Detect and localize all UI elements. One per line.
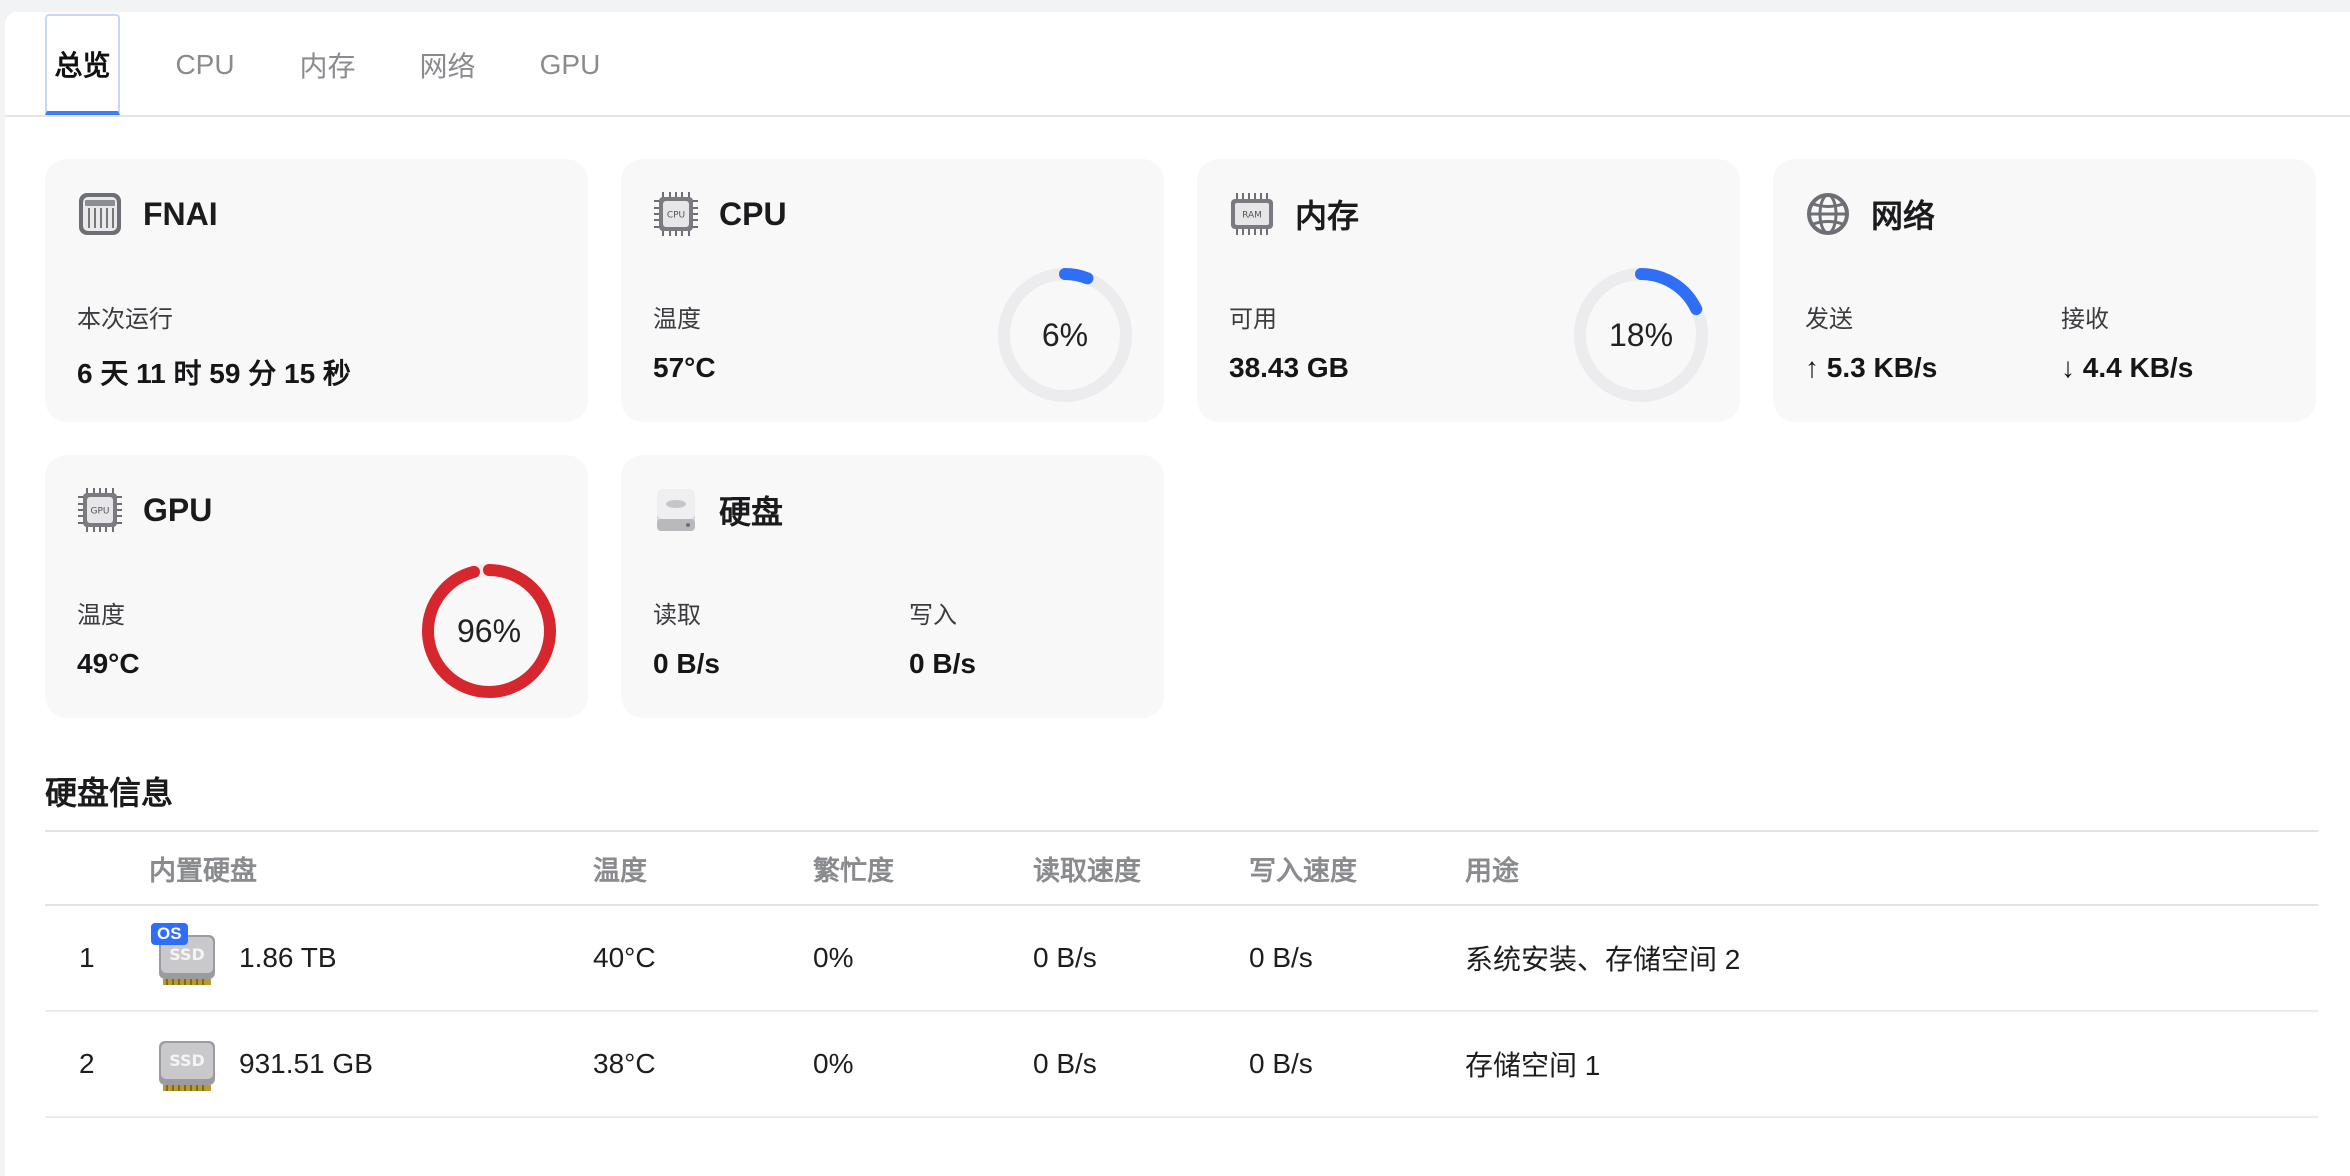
network-card: 网络 发送 ↑ 5.3 KB/s 接收 ↓ 4.4 KB/s xyxy=(1773,159,2316,422)
cpu-usage-value: 6% xyxy=(1041,316,1089,353)
os-badge: OS xyxy=(151,923,188,945)
row-index: 1 xyxy=(79,942,95,973)
tab-network[interactable]: 网络 xyxy=(410,14,485,115)
gpu-temp-label: 温度 xyxy=(77,602,125,629)
cpu-temp-value: 57°C xyxy=(653,352,716,383)
table-row[interactable]: 1 SSD OS 1.86 TB 40°C 0% 0 B/s 0 B/s 系统安… xyxy=(45,906,2318,1012)
disk-busy: 0% xyxy=(813,1048,854,1079)
network-send-value: ↑ 5.3 KB/s xyxy=(1805,352,1938,383)
cpu-usage-gauge: 6% xyxy=(995,265,1135,405)
hard-drive-icon xyxy=(657,489,695,531)
cpu-chip-icon: CPU xyxy=(654,192,698,236)
memory-usage-gauge: 18% xyxy=(1571,265,1711,405)
column-header-busy[interactable]: 繁忙度 xyxy=(813,832,894,904)
svg-text:GPU: GPU xyxy=(91,507,110,517)
svg-text:SSD: SSD xyxy=(169,1051,205,1070)
gpu-card: GPU GPU 温度 49°C 96% xyxy=(45,455,588,718)
disk-capacity: 1.86 TB xyxy=(239,942,337,973)
memory-available-value: 38.43 GB xyxy=(1229,352,1349,383)
memory-usage-value: 18% xyxy=(1608,316,1674,353)
memory-card: RAM 内存 可用 38.43 GB 18% xyxy=(1197,159,1740,422)
tab-overview[interactable]: 总览 xyxy=(45,14,120,115)
disk-write-speed: 0 B/s xyxy=(1249,1048,1313,1079)
ram-module-icon: RAM xyxy=(1231,193,1273,235)
cpu-card-title: CPU xyxy=(719,195,787,232)
system-card: FNAI 本次运行 6 天 11 时 59 分 15 秒 xyxy=(45,159,588,422)
network-card-title: 网络 xyxy=(1871,198,1936,234)
memory-available-label: 可用 xyxy=(1229,306,1277,333)
ssd-drive-icon: SSD OS xyxy=(151,923,217,989)
cpu-temp-label: 温度 xyxy=(653,306,701,333)
disk-info-title: 硬盘信息 xyxy=(45,775,174,811)
uptime-label: 本次运行 xyxy=(77,306,173,333)
resource-monitor-window: 总览 CPU 内存 网络 GPU FNAI 本次运行 6 天 11 时 59 分… xyxy=(5,12,2350,1176)
network-receive-value: ↓ 4.4 KB/s xyxy=(2061,352,2194,383)
network-send-label: 发送 xyxy=(1805,306,1853,333)
disk-read-speed: 0 B/s xyxy=(1033,942,1097,973)
disk-card-title: 硬盘 xyxy=(719,494,784,530)
disk-busy: 0% xyxy=(813,942,854,973)
table-row[interactable]: 2 SSD 931.51 GB 38°C 0% 0 B/s 0 B/s 存储空间… xyxy=(45,1012,2318,1118)
gpu-usage-value: 96% xyxy=(456,612,522,649)
disk-card: 硬盘 读取 0 B/s 写入 0 B/s xyxy=(621,455,1164,718)
svg-text:RAM: RAM xyxy=(1242,211,1262,221)
disk-write-speed: 0 B/s xyxy=(1249,942,1313,973)
disk-read-label: 读取 xyxy=(653,602,701,629)
system-card-title: FNAI xyxy=(143,195,218,232)
gpu-chip-icon: GPU xyxy=(78,488,122,532)
column-header-temp[interactable]: 温度 xyxy=(593,832,647,904)
disk-table-header: 内置硬盘 温度 繁忙度 读取速度 写入速度 用途 xyxy=(45,830,2318,906)
column-header-write[interactable]: 写入速度 xyxy=(1249,832,1357,904)
tab-gpu[interactable]: GPU xyxy=(530,14,610,115)
disk-usage: 系统安装、存储空间 2 xyxy=(1465,944,1741,975)
disk-write-label: 写入 xyxy=(909,602,957,629)
globe-icon xyxy=(1807,193,1849,235)
disk-temp: 40°C xyxy=(593,942,656,973)
disk-usage: 存储空间 1 xyxy=(1465,1050,1601,1081)
gpu-usage-gauge: 96% xyxy=(419,561,559,701)
svg-text:SSD: SSD xyxy=(169,945,205,964)
column-header-usage[interactable]: 用途 xyxy=(1465,832,1519,904)
column-header-name[interactable]: 内置硬盘 xyxy=(149,832,257,904)
svg-text:CPU: CPU xyxy=(667,211,685,221)
memory-card-title: 内存 xyxy=(1295,198,1360,234)
gpu-card-title: GPU xyxy=(143,491,213,528)
disk-read-speed: 0 B/s xyxy=(1033,1048,1097,1079)
disk-temp: 38°C xyxy=(593,1048,656,1079)
disk-read-value: 0 B/s xyxy=(653,648,720,679)
network-receive-label: 接收 xyxy=(2061,306,2109,333)
disk-capacity: 931.51 GB xyxy=(239,1048,373,1079)
cpu-card: CPU CPU 温度 57°C 6% xyxy=(621,159,1164,422)
uptime-value: 6 天 11 时 59 分 15 秒 xyxy=(77,358,351,389)
disk-write-value: 0 B/s xyxy=(909,648,976,679)
tab-cpu[interactable]: CPU xyxy=(165,14,245,115)
tab-memory[interactable]: 内存 xyxy=(290,14,365,115)
server-chassis-icon xyxy=(79,193,121,235)
gpu-temp-value: 49°C xyxy=(77,648,140,679)
tab-bar: 总览 CPU 内存 网络 GPU xyxy=(5,12,2350,117)
row-index: 2 xyxy=(79,1048,95,1079)
ssd-drive-icon: SSD xyxy=(157,1033,217,1095)
disk-info-table: 内置硬盘 温度 繁忙度 读取速度 写入速度 用途 1 SSD OS 1.86 T… xyxy=(45,830,2318,1118)
column-header-read[interactable]: 读取速度 xyxy=(1033,832,1141,904)
